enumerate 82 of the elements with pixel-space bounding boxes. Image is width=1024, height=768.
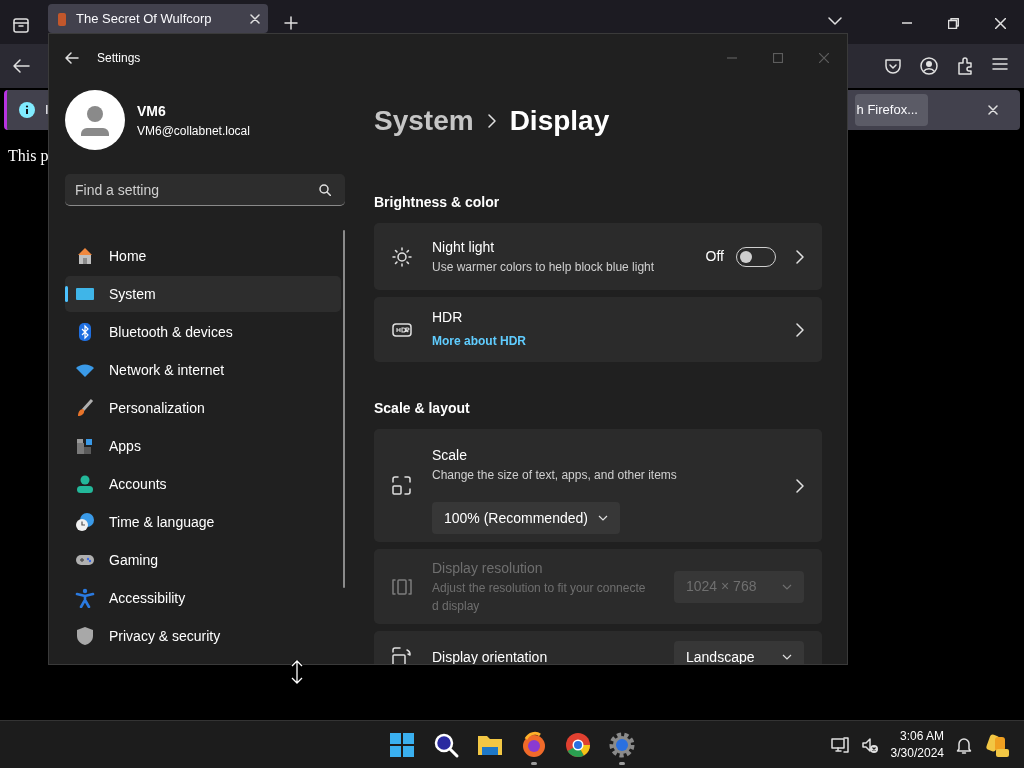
notification-text: I	[45, 101, 49, 120]
tab-list-icon[interactable]	[12, 15, 30, 34]
user-email: VM6@collabnet.local	[137, 122, 250, 140]
account-icon[interactable]	[920, 57, 938, 75]
nav-item[interactable]: Home	[65, 238, 341, 274]
back-icon[interactable]	[12, 58, 30, 74]
setting-card[interactable]: Night light Use warmer colors to help block blue light Off	[374, 223, 822, 290]
chevron-down-icon	[782, 583, 792, 590]
nav-item[interactable]: Time & language	[65, 504, 341, 540]
pocket-icon[interactable]	[884, 57, 902, 75]
section-heading: Brightness & color	[374, 193, 501, 212]
browser-tab[interactable]: The Secret Of Wulfcorp	[48, 4, 268, 33]
nav-item[interactable]: Gaming	[65, 542, 341, 578]
dropdown[interactable]: Landscape	[674, 641, 804, 664]
window-title: Settings	[97, 50, 141, 67]
setting-card[interactable]: Scale Change the size of text, apps, and other items 100% (Recommended)	[374, 429, 822, 542]
setting-title: Display orientation	[432, 648, 549, 664]
person-icon	[75, 474, 95, 494]
scrollbar[interactable]	[343, 230, 345, 588]
chevron-right-icon[interactable]	[796, 322, 804, 337]
user-name: VM6	[137, 101, 167, 121]
setting-description: Use warmer colors to help block blue light	[432, 259, 656, 276]
chrome-icon	[564, 730, 592, 759]
page-text: This p	[8, 147, 49, 164]
nav-item[interactable]: Privacy & security	[65, 618, 341, 654]
restore-icon[interactable]	[948, 18, 959, 29]
nav-item[interactable]: Network & internet	[65, 352, 341, 388]
orientation-icon	[392, 647, 412, 664]
setting-title: Night light	[432, 238, 496, 257]
maximize-icon[interactable]	[773, 53, 783, 63]
search-field[interactable]: Find a setting	[65, 174, 345, 206]
apps-icon	[75, 436, 95, 456]
section-heading: Scale & layout	[374, 399, 471, 418]
chevron-right-icon[interactable]	[796, 249, 804, 264]
globe-clock-icon	[75, 512, 95, 532]
toggle-state: Off	[705, 247, 724, 266]
new-tab-icon[interactable]	[284, 16, 298, 30]
setting-title: Display resolution	[432, 559, 544, 578]
tab-title: The Secret Of Wulfcorp	[76, 9, 212, 28]
setting-card[interactable]: HDR More about HDR	[374, 297, 822, 362]
dropdown[interactable]: 100% (Recommended)	[432, 502, 620, 534]
scale-icon	[392, 475, 412, 496]
resize-cursor-icon	[291, 659, 303, 684]
chevron-down-icon[interactable]	[828, 16, 842, 26]
refresh-button[interactable]: h Firefox...	[854, 94, 928, 126]
resolution-icon	[392, 576, 412, 597]
breadcrumb-parent[interactable]: System	[374, 100, 474, 142]
extensions-icon[interactable]	[956, 57, 974, 75]
setting-title: HDR	[432, 308, 464, 327]
nav-item[interactable]: System	[65, 276, 341, 312]
chevron-down-icon	[598, 515, 608, 521]
paintbrush-icon	[75, 398, 95, 418]
sun-icon	[392, 246, 412, 267]
setting-description: Change the size of text, apps, and other items	[432, 467, 678, 484]
nav-item[interactable]: Bluetooth & devices	[65, 314, 341, 350]
nav-item[interactable]: Apps	[65, 428, 341, 464]
firefox-icon	[520, 730, 548, 759]
avatar-icon	[65, 90, 125, 150]
nav-item[interactable]: Accessibility	[65, 580, 341, 616]
clock[interactable]: 3:06 AM 3/30/2024	[890, 727, 944, 762]
setting-card[interactable]: Display orientation Landscape	[374, 631, 822, 664]
page-title: Display	[509, 104, 610, 138]
back-icon[interactable]	[65, 52, 79, 64]
menu-icon[interactable]	[992, 57, 1008, 71]
chevron-right-icon	[487, 114, 496, 128]
nav-item[interactable]: Personalization	[65, 390, 341, 426]
gear-icon	[608, 730, 636, 759]
shield-icon	[75, 626, 95, 646]
search-icon	[319, 184, 331, 196]
chevron-right-icon[interactable]	[796, 478, 804, 493]
accessibility-icon	[75, 588, 95, 608]
info-icon	[19, 102, 35, 118]
chevron-down-icon	[782, 654, 792, 660]
bell-icon[interactable]	[956, 735, 972, 754]
nav-item[interactable]: Accounts	[65, 466, 341, 502]
setting-description: Adjust the resolution to fit your connecte d display	[432, 580, 647, 615]
start-icon	[388, 730, 416, 759]
volume-muted-icon[interactable]	[860, 735, 879, 754]
setting-title: Scale	[432, 446, 469, 465]
hdr-link[interactable]: More about HDR	[432, 334, 526, 348]
network-icon[interactable]	[830, 735, 849, 754]
site-icon	[56, 10, 68, 27]
